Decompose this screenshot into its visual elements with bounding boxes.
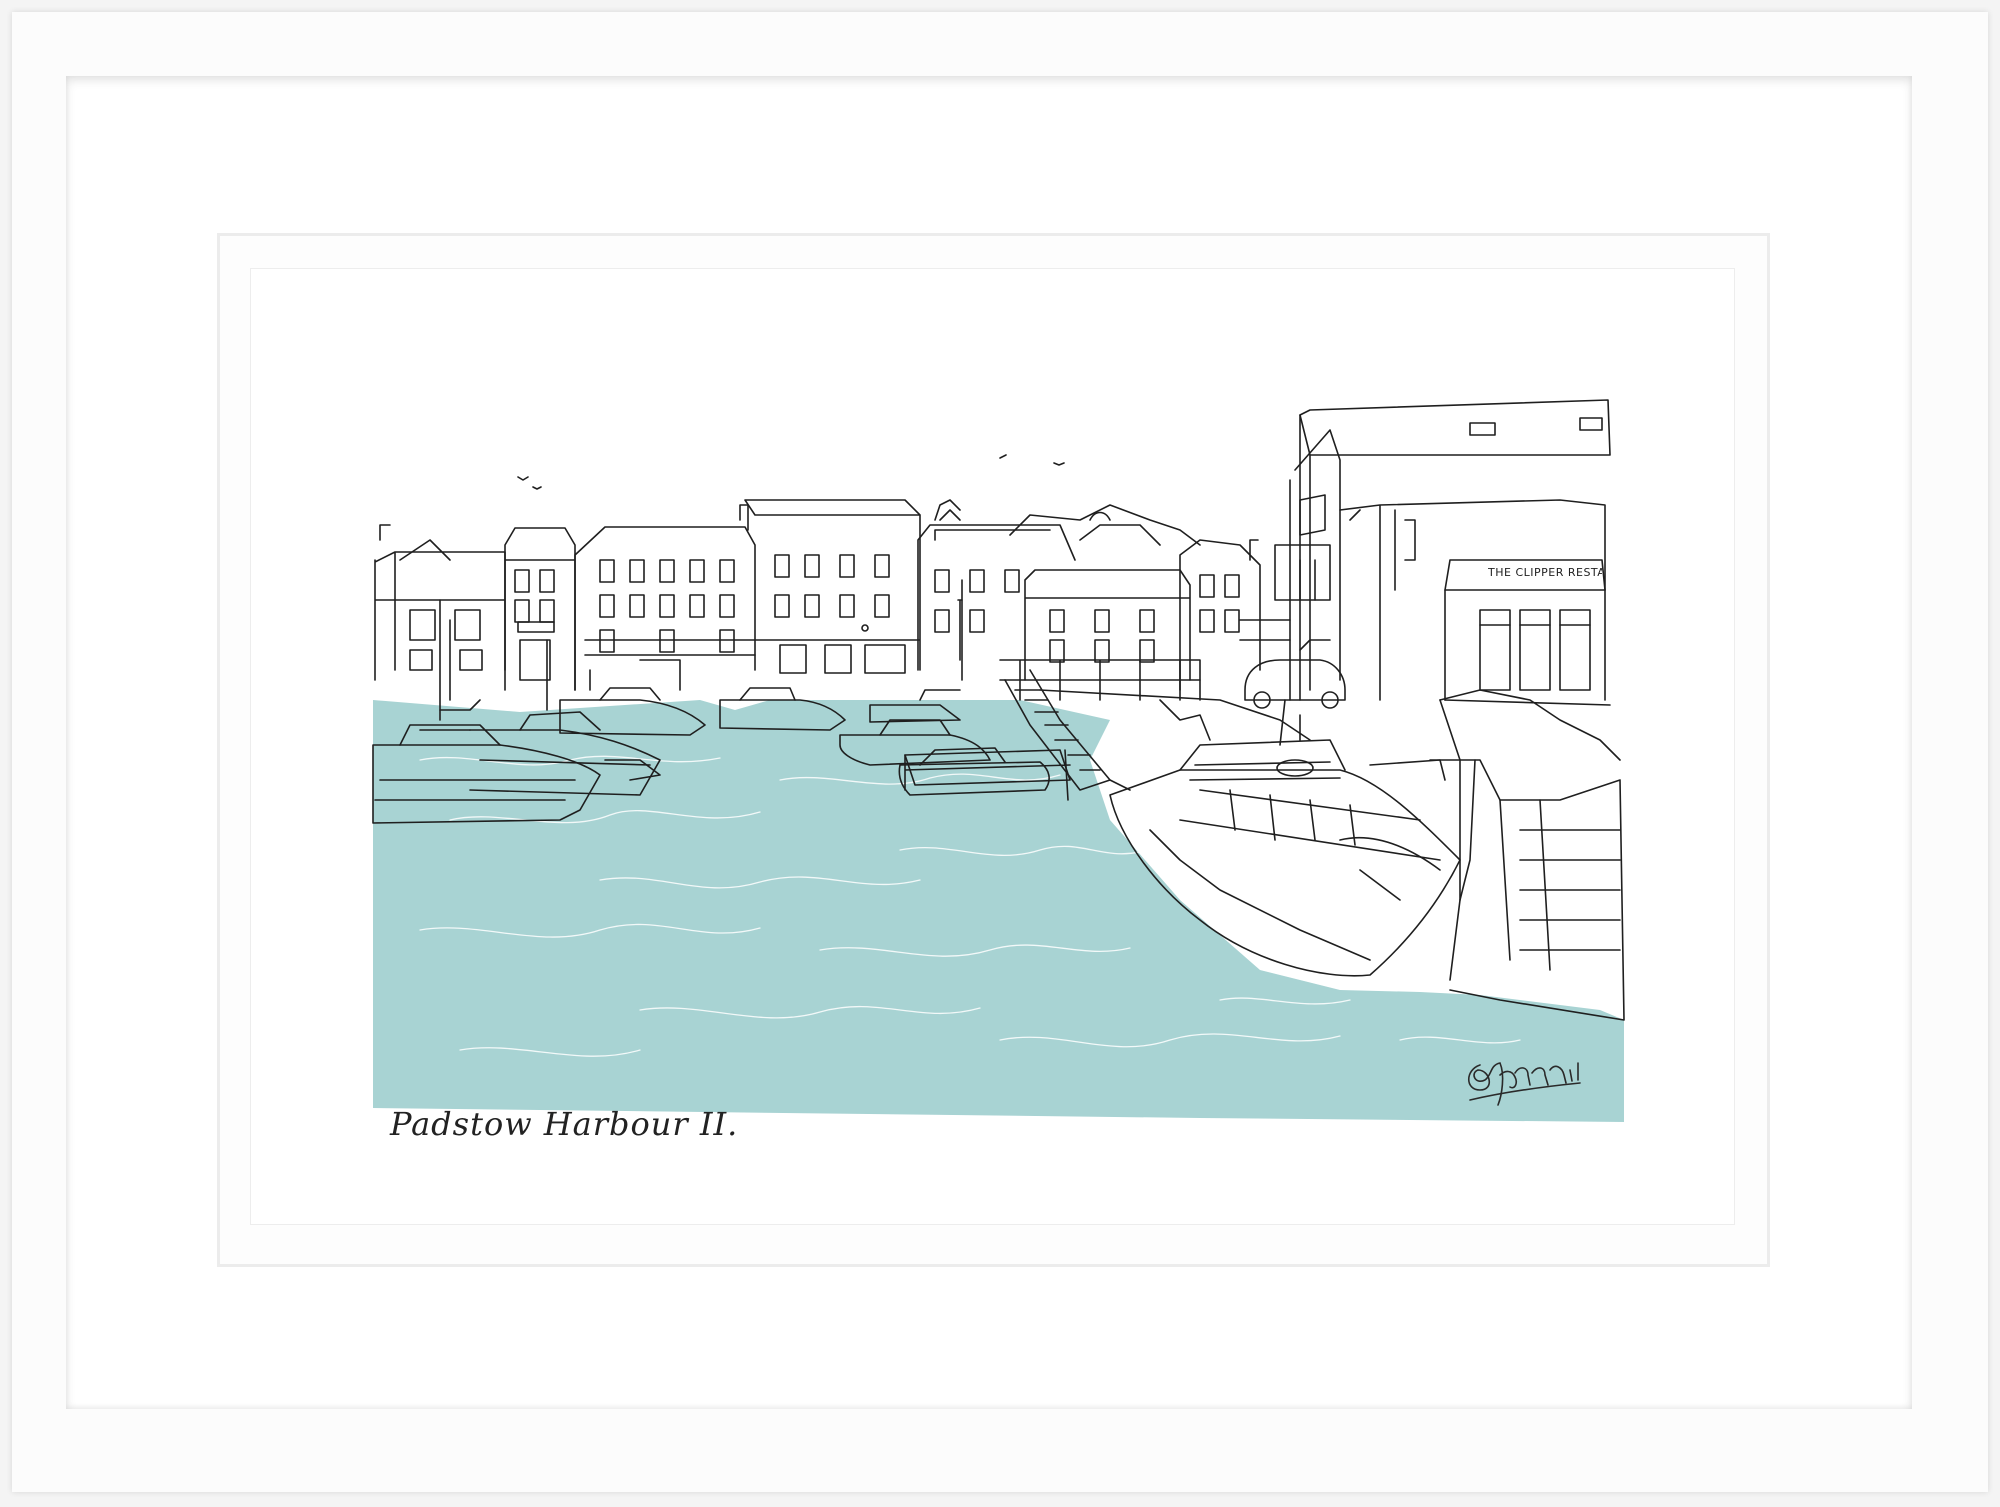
building-7: [1179, 539, 1261, 691]
harbour-illustration: [372, 399, 1625, 1122]
tall-building: [1299, 399, 1611, 456]
clipper-restaurant-building: [1339, 499, 1606, 701]
building-3: [574, 526, 756, 691]
shop-sign: THE CLIPPER RESTAURANT: [1488, 566, 1602, 579]
artwork-caption: Padstow Harbour II.: [390, 1105, 739, 1143]
artist-signature: [1467, 1062, 1581, 1106]
